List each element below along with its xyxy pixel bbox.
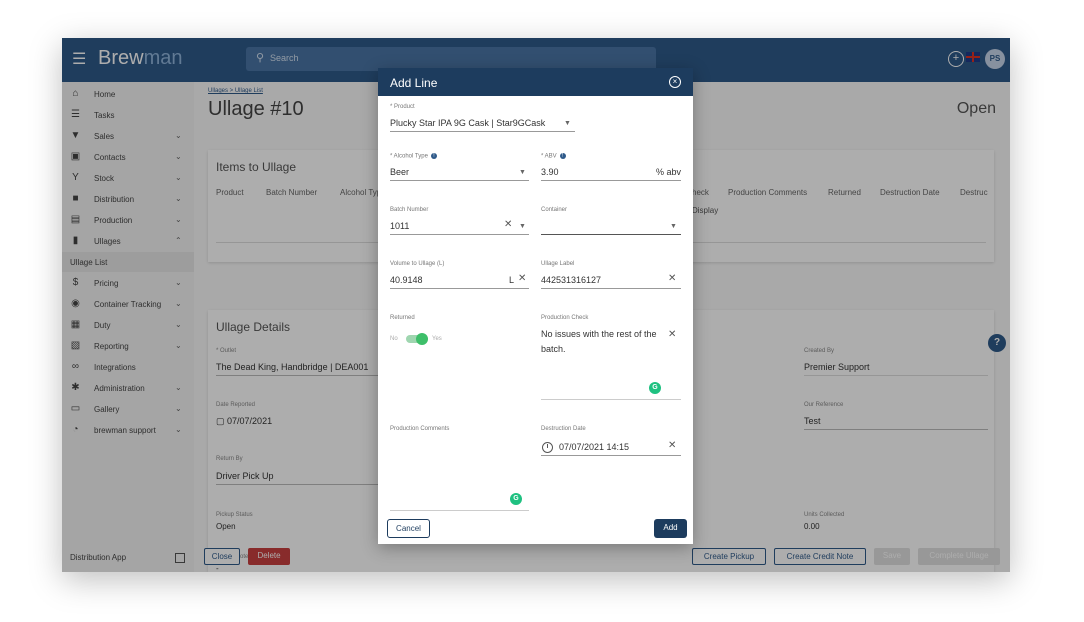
grammarly-icon[interactable]: G [510, 493, 522, 505]
modal-title: Add Line [390, 76, 438, 90]
add-line-modal: Add Line × * Product Plucky Star IPA 9G … [378, 68, 693, 544]
product-select[interactable]: Plucky Star IPA 9G Cask | Star9GCask [390, 118, 545, 128]
production-check-line-2[interactable]: batch. [541, 344, 566, 354]
clear-icon[interactable]: ✕ [504, 219, 512, 230]
product-label: * Product [390, 104, 415, 110]
production-comments-label: Production Comments [390, 426, 450, 432]
clear-icon[interactable]: ✕ [668, 329, 676, 340]
returned-toggle-knob[interactable] [416, 333, 428, 345]
volume-label: Volume to Ullage (L) [390, 261, 445, 267]
chevron-down-icon[interactable]: ▼ [519, 223, 526, 230]
chevron-down-icon[interactable]: ▼ [670, 223, 677, 230]
returned-label: Returned [390, 315, 415, 321]
add-button[interactable]: Add [654, 519, 687, 538]
info-icon[interactable]: ! [430, 153, 437, 159]
clear-icon[interactable]: ✕ [668, 440, 676, 451]
production-comments-underline [390, 510, 529, 511]
production-check-underline [541, 399, 681, 400]
abv-input[interactable]: 3.90 [541, 167, 559, 177]
clear-icon[interactable]: ✕ [668, 273, 676, 284]
volume-underline [390, 288, 529, 289]
returned-no-label: No [390, 336, 398, 342]
volume-unit: L [509, 275, 515, 285]
production-check-line-1[interactable]: No issues with the rest of the [541, 329, 657, 339]
abv-unit: % abv [656, 167, 682, 177]
product-underline [390, 131, 575, 132]
returned-yes-label: Yes [432, 336, 442, 342]
destruction-date-label: Destruction Date [541, 426, 586, 432]
volume-input[interactable]: 40.9148 [390, 275, 423, 285]
alcohol-type-underline [390, 180, 529, 181]
close-icon[interactable]: × [669, 76, 681, 88]
cancel-button[interactable]: Cancel [387, 519, 430, 538]
chevron-down-icon[interactable]: ▼ [519, 169, 526, 176]
container-label: Container [541, 207, 568, 213]
chevron-down-icon[interactable]: ▼ [564, 120, 571, 127]
batch-number-label: Batch Number [390, 207, 429, 213]
alcohol-type-select[interactable]: Beer [390, 167, 409, 177]
batch-number-underline [390, 234, 529, 235]
batch-number-select[interactable]: 1011 [390, 221, 409, 231]
destruction-date-input[interactable]: 07/07/2021 14:15 [559, 442, 629, 452]
destruction-date-underline [541, 455, 681, 456]
production-check-label: Production Check [541, 315, 589, 321]
info-icon[interactable]: ! [559, 153, 566, 159]
container-underline [541, 234, 681, 235]
clear-icon[interactable]: ✕ [518, 273, 526, 284]
clock-icon[interactable] [542, 442, 553, 453]
modal-header: Add Line × [378, 68, 693, 96]
ullage-label-underline [541, 288, 681, 289]
ullage-label-label: Ullage Label [541, 261, 575, 267]
ullage-label-input[interactable]: 442531316127 [541, 275, 601, 285]
alcohol-type-label: * Alcohol Type! [390, 153, 437, 160]
abv-label: * ABV! [541, 153, 566, 160]
grammarly-icon[interactable]: G [649, 382, 661, 394]
abv-underline [541, 180, 681, 181]
